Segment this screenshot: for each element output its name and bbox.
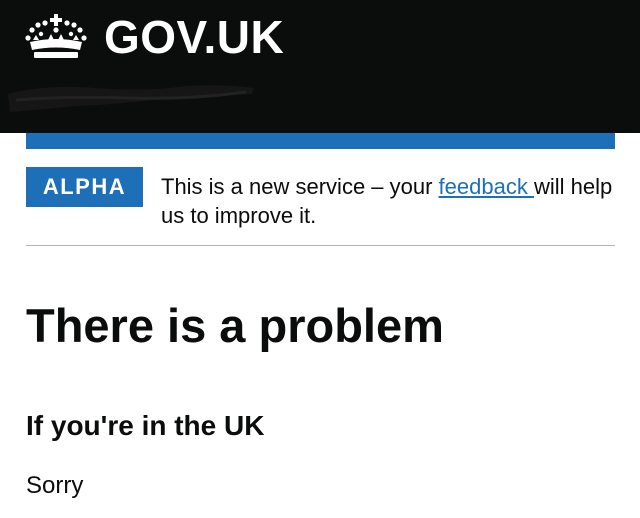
- crown-icon: [25, 14, 87, 58]
- phase-banner-text: This is a new service – your feedback wi…: [161, 172, 621, 230]
- body-text: Sorry: [26, 472, 84, 499]
- feedback-link[interactable]: feedback: [439, 174, 534, 199]
- phase-tag: ALPHA: [26, 167, 143, 207]
- redaction-scribble: [8, 85, 254, 112]
- phase-text-before: This is a new service – your: [161, 174, 439, 199]
- section-heading: If you're in the UK: [26, 410, 265, 441]
- phase-banner: ALPHA This is a new service – your feedb…: [26, 167, 615, 246]
- header-accent-bar: [26, 133, 615, 149]
- logo-text: GOV.UK: [104, 11, 285, 63]
- site-header: GOV.UK: [0, 0, 640, 133]
- page-title: There is a problem: [26, 299, 444, 352]
- govuk-logo-link[interactable]: GOV.UK: [24, 12, 284, 62]
